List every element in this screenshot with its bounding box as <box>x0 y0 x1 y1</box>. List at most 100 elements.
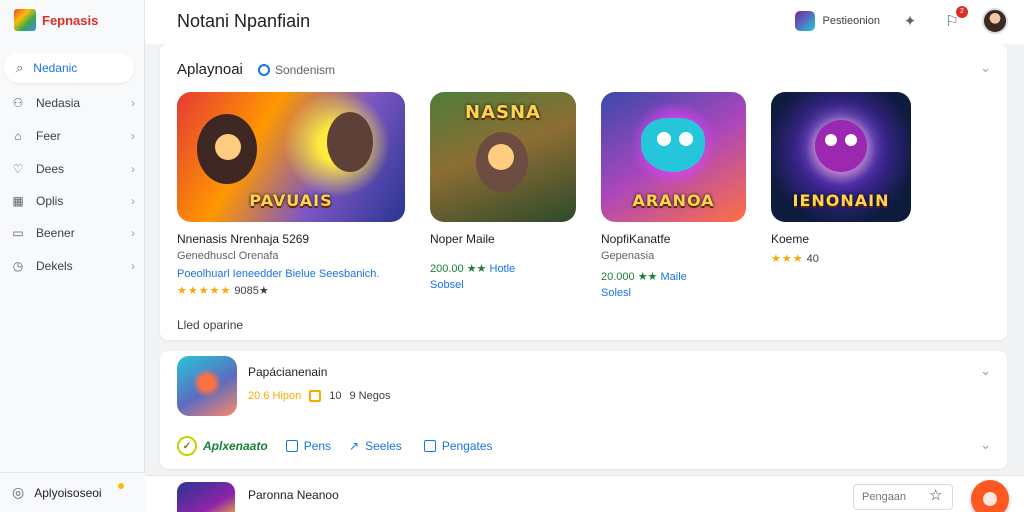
rating-label: Hotle <box>489 263 516 275</box>
brand-chip[interactable]: ✓ Aplxenaato <box>177 436 268 456</box>
app-artwork: ARANOA <box>601 92 746 222</box>
sidebar-item-label: Oplis <box>36 194 64 208</box>
refresh-icon <box>258 64 270 76</box>
floating-action-button[interactable] <box>971 480 1009 512</box>
sidebar-item-3[interactable]: ♡ Dees › <box>10 157 135 181</box>
app-tile[interactable]: IENONAIN Koeme ★★★ 40 <box>771 92 911 265</box>
header-app-label: Pestieonion <box>822 15 881 27</box>
app-icon[interactable] <box>177 356 237 416</box>
brand-chip-label: Aplxenaato <box>203 439 268 453</box>
creature-eye <box>845 134 857 146</box>
chevron-down-icon[interactable]: ⌄ <box>980 60 991 76</box>
app-rating: ★★★★★ 9085★ <box>177 284 405 297</box>
app-name: Koeme <box>771 232 810 246</box>
fab-icon <box>983 492 997 506</box>
share-icon: ↗ <box>349 439 360 453</box>
rating-value: 200.00 ★★ <box>430 263 487 275</box>
heart-icon: ♡ <box>12 162 24 176</box>
app-status: Sobsel <box>430 279 464 291</box>
sidebar-item-label: Dees <box>36 162 65 176</box>
search-label: Nedanic <box>33 61 78 75</box>
character-shape <box>327 112 373 172</box>
app-name: Noper Maile <box>430 232 495 246</box>
sidebar-item-5[interactable]: ▭ Beener › <box>10 221 135 245</box>
rating-value: 9085★ <box>234 285 269 297</box>
rating-stars: ★★★★★ <box>177 285 232 297</box>
sidebar-item-label: Dekels <box>36 259 73 273</box>
sidebar-item-label: Feer <box>36 129 61 143</box>
sidebar: Fepnasis ⌕ Nedanic ⚇ Nedasia › ⌂ Feer › … <box>0 0 145 512</box>
action-label: Seeles <box>365 439 402 453</box>
action-pengates[interactable]: Pengates <box>423 439 493 453</box>
character-face <box>488 144 514 170</box>
meta-count: 9 Negos <box>349 390 391 402</box>
rating-label: Maile <box>660 271 687 283</box>
app-artwork: NASNA <box>430 92 576 222</box>
app-icon[interactable] <box>177 482 235 512</box>
character-face <box>215 134 241 160</box>
featured-section: Aplaynoai Sondenism ⌄ PAVUAIS Nnenasis N… <box>160 44 1007 340</box>
page-title: Notani Npanfiain <box>177 11 311 31</box>
sidebar-item-4[interactable]: ▦ Oplis › <box>10 189 135 213</box>
app-tile[interactable]: PAVUAIS Nnenasis Nrenhaja 5269 Genedhusc… <box>177 92 405 297</box>
action-pens[interactable]: Pens <box>285 439 332 453</box>
app-rating: 200.00 ★★ Hotle <box>430 262 576 275</box>
meta-size: 10 <box>329 390 342 402</box>
rating-value: 20.000 ★★ <box>601 271 658 283</box>
grid-icon: ▦ <box>12 194 24 208</box>
app-detail-section: Papácianenain 20.6 Hipon 10 9 Negos ⌄ ✓ … <box>160 351 1007 469</box>
action-label: Pens <box>303 439 332 453</box>
chevron-right-icon: › <box>131 96 135 110</box>
chevron-right-icon: › <box>131 129 135 143</box>
app-rating: 20.000 ★★ Maile <box>601 270 746 283</box>
chevron-down-icon[interactable]: ⌄ <box>980 437 991 453</box>
page-icon <box>423 440 436 452</box>
action-label: Pengates <box>441 439 493 453</box>
sidebar-item-2[interactable]: ⌂ Feer › <box>10 124 135 148</box>
app-art-title: NASNA <box>465 102 541 123</box>
chevron-right-icon: › <box>131 226 135 240</box>
app-artwork: IENONAIN <box>771 92 911 222</box>
briefcase-icon: ▭ <box>12 226 24 240</box>
creature-eye <box>825 134 837 146</box>
app-tile[interactable]: NASNA Noper Maile 200.00 ★★ Hotle Sobsel <box>430 92 576 291</box>
sidebar-item-label: Nedasia <box>36 96 81 110</box>
rating-value: 40 <box>806 253 819 265</box>
logo-icon: ✓ <box>177 436 197 456</box>
sidebar-item-6[interactable]: ◷ Dekels › <box>10 254 135 278</box>
avatar[interactable] <box>982 8 1008 34</box>
edit-icon <box>309 390 322 402</box>
sidebar-footer-item[interactable]: ◎ Aplyoisoseoi <box>0 472 145 512</box>
star-icon[interactable]: ☆ <box>929 486 942 504</box>
open-icon <box>285 440 298 452</box>
controller-icon: ⚇ <box>12 96 24 110</box>
sidebar-item-1[interactable]: ⚇ Nedasia › <box>10 91 135 115</box>
app-badge-icon <box>794 11 815 31</box>
sidebar-footer-label: Aplyoisoseoi <box>34 485 102 500</box>
clock-icon: ◷ <box>12 259 24 273</box>
app-name[interactable]: Paronna Neanoo <box>248 488 339 502</box>
shield-icon: ◎ <box>12 484 25 500</box>
brand-logo <box>14 9 36 31</box>
app-meta: 20.6 Hipon 10 9 Negos <box>248 390 390 402</box>
puzzle-icon[interactable]: ✦ <box>898 9 922 33</box>
header-app-link[interactable]: Pestieonion <box>794 11 881 31</box>
notification-badge: 2 <box>956 6 968 18</box>
see-more-link[interactable]: Lled oparine <box>177 318 243 332</box>
notification-icon[interactable]: ⚐ 2 <box>940 6 968 33</box>
creature-eye <box>657 132 671 146</box>
tag-icon: ⌂ <box>14 129 22 143</box>
brand[interactable]: Fepnasis <box>14 9 98 31</box>
section-title: Aplaynoai <box>177 61 243 78</box>
app-name: Nnenasis Nrenhaja 5269 <box>177 232 310 246</box>
action-seeles[interactable]: ↗ Seeles <box>349 439 402 453</box>
app-tile[interactable]: ARANOA NopfiKanatfe Gepenasia 20.000 ★★ … <box>601 92 746 299</box>
app-developer: Gepenasia <box>601 250 655 262</box>
app-name[interactable]: Papácianenain <box>248 365 327 379</box>
search-button[interactable]: ⌕ Nedanic <box>4 53 134 83</box>
app-status: Solesl <box>601 287 631 299</box>
rating-stars: ★★★ <box>771 253 804 265</box>
chevron-down-icon[interactable]: ⌄ <box>980 363 991 379</box>
section-subtitle-link[interactable]: Sondenism <box>258 63 335 77</box>
app-developer: Genedhuscl Orenafa <box>177 250 279 262</box>
